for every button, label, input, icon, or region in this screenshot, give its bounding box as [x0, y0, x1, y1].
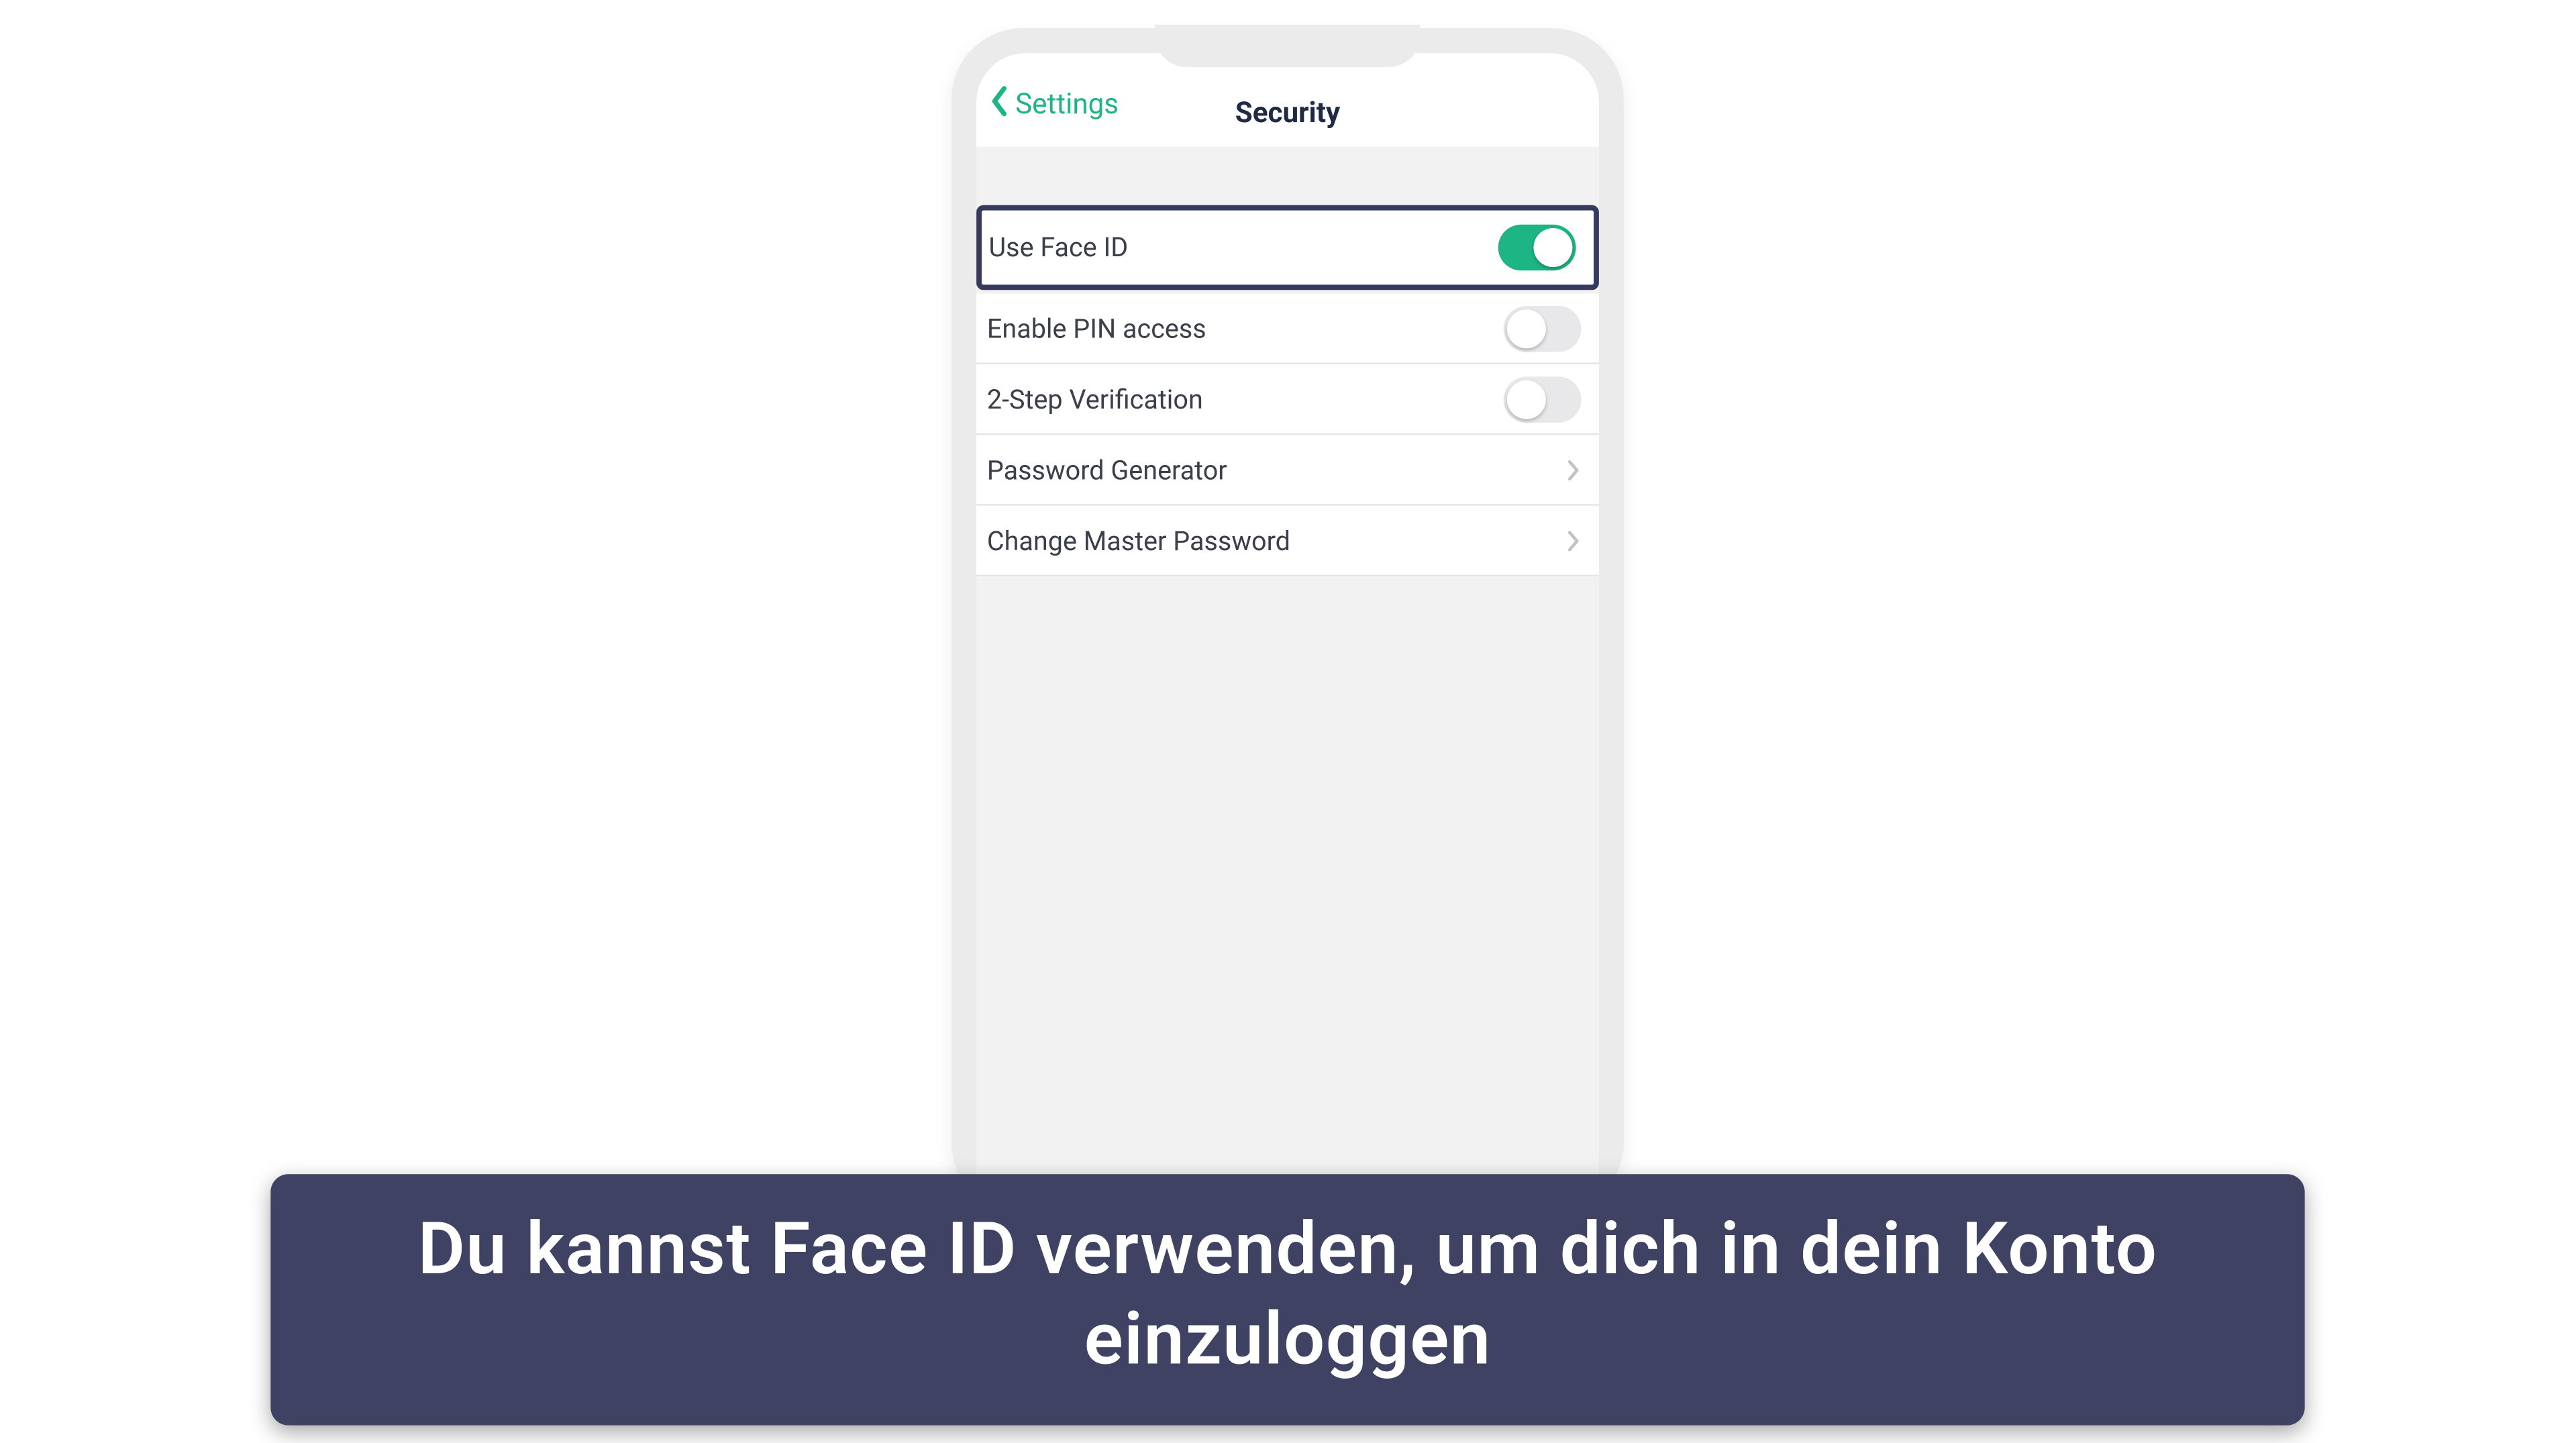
chevron-left-icon — [987, 85, 1012, 123]
phone-screen: Settings Security Use Face ID Enable PIN… — [976, 53, 1599, 1188]
row-use-face-id[interactable]: Use Face ID — [976, 205, 1599, 290]
row-label: Password Generator — [987, 453, 1227, 485]
settings-list: Use Face ID Enable PIN access 2-Step Ver… — [976, 205, 1599, 577]
toggle-two-step-verification[interactable] — [1504, 376, 1582, 422]
row-label: Change Master Password — [987, 525, 1290, 556]
toggle-knob — [1507, 309, 1546, 348]
back-button[interactable]: Settings — [987, 85, 1119, 123]
row-label: 2-Step Verification — [987, 383, 1203, 415]
phone-frame: Settings Security Use Face ID Enable PIN… — [951, 28, 1624, 1213]
toggle-enable-pin-access[interactable] — [1504, 305, 1582, 352]
page-title: Security — [1235, 95, 1340, 129]
row-two-step-verification[interactable]: 2-Step Verification — [976, 364, 1599, 435]
row-label: Use Face ID — [989, 231, 1129, 263]
row-change-master-password[interactable]: Change Master Password — [976, 506, 1599, 576]
toggle-knob — [1533, 228, 1572, 267]
row-password-generator[interactable]: Password Generator — [976, 435, 1599, 505]
caption-banner: Du kannst Face ID verwenden, um dich in … — [270, 1173, 2304, 1426]
phone-notch — [1155, 25, 1420, 67]
chevron-right-icon — [1565, 457, 1582, 482]
caption-text: Du kannst Face ID verwenden, um dich in … — [418, 1207, 2158, 1383]
chevron-right-icon — [1565, 528, 1582, 553]
toggle-knob — [1507, 379, 1546, 418]
row-label: Enable PIN access — [987, 312, 1206, 343]
navbar: Settings Security — [976, 53, 1599, 148]
toggle-use-face-id[interactable] — [1498, 225, 1576, 271]
back-label: Settings — [1015, 87, 1119, 121]
row-enable-pin-access[interactable]: Enable PIN access — [976, 294, 1599, 364]
